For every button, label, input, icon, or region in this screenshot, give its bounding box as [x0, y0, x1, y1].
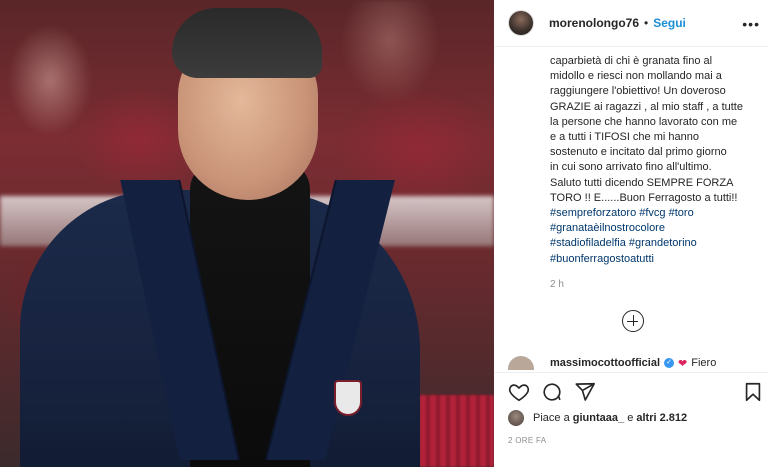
- hashtag-line[interactable]: #sempreforzatoro #fvcg #toro: [550, 206, 764, 221]
- hashtag-line[interactable]: #buonferragostoatutti: [550, 252, 764, 267]
- likes-middle: e: [627, 412, 634, 424]
- caption-line: midollo e riesci non mollando mai a: [550, 70, 722, 83]
- post-header: morenolongo76 • Segui •••: [494, 0, 768, 46]
- person-hair: [172, 8, 322, 78]
- caption-line: raggiungere l'obiettivo! Un doveroso: [550, 85, 726, 98]
- author-username[interactable]: morenolongo76: [549, 16, 639, 30]
- header-separator: •: [644, 16, 649, 30]
- caption-line: TORO !! E......Buon Ferragosto a tutti!!: [550, 191, 738, 204]
- header-divider: [494, 46, 768, 47]
- post-photo[interactable]: [0, 0, 494, 467]
- caption-line: e a tutti i TIFOSI che mi hanno: [550, 131, 699, 144]
- load-more-comments-icon[interactable]: [622, 310, 644, 332]
- comment-avatar[interactable]: [508, 356, 534, 370]
- post-date[interactable]: 2 ORE FA: [508, 436, 546, 445]
- likes-prefix: Piace a: [533, 412, 570, 424]
- caption-line: in cui sono arrivato fino all'ultimo.: [550, 161, 712, 174]
- follow-button[interactable]: Segui: [653, 16, 686, 30]
- post-side-panel: morenolongo76 • Segui ••• caparbietà di …: [494, 0, 768, 467]
- action-bar: [494, 376, 768, 410]
- share-icon[interactable]: [574, 381, 596, 403]
- comment-text: Fiero: [691, 357, 717, 369]
- hashtag-line[interactable]: #granataèilnostrocolore: [550, 221, 764, 236]
- verified-badge-icon: ✓: [664, 358, 675, 368]
- likes-count[interactable]: altri 2.812: [636, 412, 687, 424]
- caption-line: GRAZIE ai ragazzi , al mio staff , a tut…: [550, 100, 743, 113]
- bookmark-icon[interactable]: [742, 381, 764, 403]
- post-caption: caparbietà di chi è granata fino al mido…: [550, 54, 764, 267]
- caption-line: caparbietà di chi è granata fino al: [550, 55, 713, 67]
- caption-line: la persone che hanno lavorato con me: [550, 115, 738, 128]
- comment-row: massimocottoofficial ✓ ❤ Fiero: [508, 356, 768, 370]
- comment-username[interactable]: massimocottoofficial: [550, 357, 660, 369]
- comment-icon[interactable]: [541, 381, 563, 403]
- hashtag-line[interactable]: #stadiofiladelfia #grandetorino: [550, 236, 764, 251]
- actions-divider: [494, 372, 768, 373]
- caption-line: Saluto tutti dicendo SEMPRE FORZA: [550, 176, 734, 189]
- caption-timestamp[interactable]: 2 h: [550, 279, 564, 290]
- likes-summary: Piace a giuntaaa_ e altri 2.812: [508, 410, 687, 426]
- liker-username[interactable]: giuntaaa_: [573, 412, 624, 424]
- liker-avatar[interactable]: [508, 410, 524, 426]
- author-avatar[interactable]: [508, 10, 534, 36]
- more-options-icon[interactable]: •••: [742, 16, 760, 32]
- heart-emoji-icon: ❤: [678, 357, 688, 370]
- club-crest-badge: [334, 380, 362, 416]
- caption-line: sostenuto e incitato dal primo giorno: [550, 146, 727, 159]
- heart-icon[interactable]: [508, 381, 530, 403]
